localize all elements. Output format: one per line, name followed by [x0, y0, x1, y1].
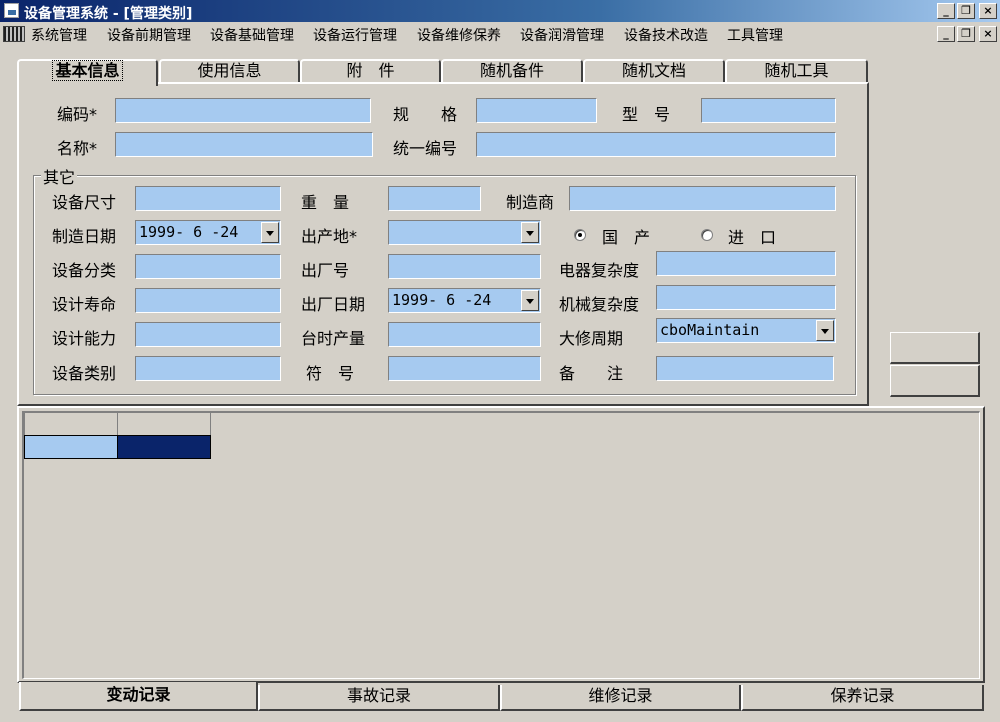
tab-spare-parts[interactable]: 随机备件: [441, 59, 583, 82]
size-field[interactable]: [135, 186, 281, 211]
child-window-icon[interactable]: [3, 26, 25, 42]
tab-change-records[interactable]: 变动记录: [19, 682, 258, 711]
model-label: 型 号: [622, 105, 671, 124]
symbol-label: 符 号: [306, 364, 355, 383]
chevron-down-icon[interactable]: [816, 320, 834, 341]
overhaul-cycle-select[interactable]: cboMaintain: [656, 318, 836, 343]
menu-operation[interactable]: 设备运行管理: [313, 25, 397, 45]
mech-complexity-label: 机械复杂度: [559, 295, 640, 314]
category-label: 设备分类: [52, 261, 117, 280]
grid-cell[interactable]: [24, 435, 118, 459]
title-bar: 设备管理系统 - [管理类别] _ ❐ ×: [0, 0, 1000, 22]
restore-button[interactable]: ❐: [957, 3, 975, 19]
unified-no-label: 统一编号: [393, 139, 458, 158]
side-button-1[interactable]: [890, 332, 980, 364]
window-title: 设备管理系统 - [管理类别]: [24, 6, 193, 22]
grid-cell-selected[interactable]: [117, 435, 211, 459]
life-field[interactable]: [135, 288, 281, 313]
maker-label: 制造商: [506, 193, 555, 212]
menu-bar: 系统管理 设备前期管理 设备基础管理 设备运行管理 设备维修保养 设备润滑管理 …: [0, 22, 1000, 46]
grid-header-cell[interactable]: [24, 412, 118, 436]
chevron-down-icon[interactable]: [521, 290, 539, 311]
type-label: 设备类别: [52, 364, 117, 383]
elec-complexity-field[interactable]: [656, 251, 836, 276]
import-radio[interactable]: [701, 229, 713, 241]
chevron-down-icon[interactable]: [261, 222, 279, 243]
unified-no-field[interactable]: [476, 132, 836, 157]
tab-usage-info[interactable]: 使用信息: [159, 59, 300, 82]
menu-basic[interactable]: 设备基础管理: [210, 25, 294, 45]
menu-lubrication[interactable]: 设备润滑管理: [520, 25, 604, 45]
factory-date-label: 出厂日期: [301, 295, 366, 314]
tab-upkeep-records[interactable]: 保养记录: [741, 685, 984, 711]
child-restore-button[interactable]: ❐: [957, 26, 975, 42]
factory-no-field[interactable]: [388, 254, 541, 279]
spec-label: 规 格: [393, 105, 458, 124]
grid-header-cell[interactable]: [117, 412, 211, 436]
hourly-output-label: 台时产量: [301, 329, 366, 348]
mech-complexity-field[interactable]: [656, 285, 836, 310]
symbol-field[interactable]: [388, 356, 541, 381]
menu-system[interactable]: 系统管理: [31, 25, 87, 45]
tab-documents[interactable]: 随机文档: [583, 59, 725, 82]
side-button-2[interactable]: [890, 365, 980, 397]
code-field[interactable]: [115, 98, 371, 123]
child-close-button[interactable]: ×: [979, 26, 997, 42]
origin-label: 出产地*: [301, 227, 358, 246]
capacity-label: 设计能力: [52, 329, 117, 348]
type-field[interactable]: [135, 356, 281, 381]
tab-repair-records[interactable]: 维修记录: [500, 685, 741, 711]
domestic-label: 国 产: [602, 228, 651, 247]
remark-label: 备 注: [559, 364, 624, 383]
app-icon[interactable]: [4, 3, 19, 18]
menu-tools[interactable]: 工具管理: [727, 25, 783, 45]
name-field[interactable]: [115, 132, 373, 157]
make-date-picker[interactable]: 1999- 6 -24: [135, 220, 281, 245]
import-label: 进 口: [728, 228, 777, 247]
capacity-field[interactable]: [135, 322, 281, 347]
maker-field[interactable]: [569, 186, 836, 211]
tab-attachments[interactable]: 附 件: [300, 59, 441, 82]
factory-date-picker[interactable]: 1999- 6 -24: [388, 288, 541, 313]
remark-field[interactable]: [656, 356, 834, 381]
origin-select[interactable]: [388, 220, 541, 245]
hourly-output-field[interactable]: [388, 322, 541, 347]
domestic-radio[interactable]: [574, 229, 586, 241]
child-minimize-button[interactable]: _: [937, 26, 955, 42]
life-label: 设计寿命: [52, 295, 117, 314]
tab-tools[interactable]: 随机工具: [725, 59, 868, 82]
code-label: 编码*: [57, 105, 98, 124]
elec-complexity-label: 电器复杂度: [559, 261, 640, 280]
name-label: 名称*: [57, 139, 98, 158]
size-label: 设备尺寸: [52, 193, 117, 212]
minimize-button[interactable]: _: [937, 3, 955, 19]
weight-field[interactable]: [388, 186, 481, 211]
other-group-label: 其它: [41, 164, 78, 188]
chevron-down-icon[interactable]: [521, 222, 539, 243]
make-date-label: 制造日期: [52, 227, 117, 246]
tab-basic-info[interactable]: 基本信息: [17, 59, 158, 86]
factory-no-label: 出厂号: [301, 261, 350, 280]
category-field[interactable]: [135, 254, 281, 279]
close-button[interactable]: ×: [979, 3, 997, 19]
spec-field[interactable]: [476, 98, 597, 123]
overhaul-cycle-label: 大修周期: [559, 329, 624, 348]
menu-tech-upgrade[interactable]: 设备技术改造: [624, 25, 708, 45]
weight-label: 重 量: [301, 193, 350, 212]
model-field[interactable]: [701, 98, 836, 123]
tab-accident-records[interactable]: 事故记录: [258, 685, 500, 711]
menu-maintenance[interactable]: 设备维修保养: [417, 25, 501, 45]
menu-preliminary[interactable]: 设备前期管理: [107, 25, 191, 45]
